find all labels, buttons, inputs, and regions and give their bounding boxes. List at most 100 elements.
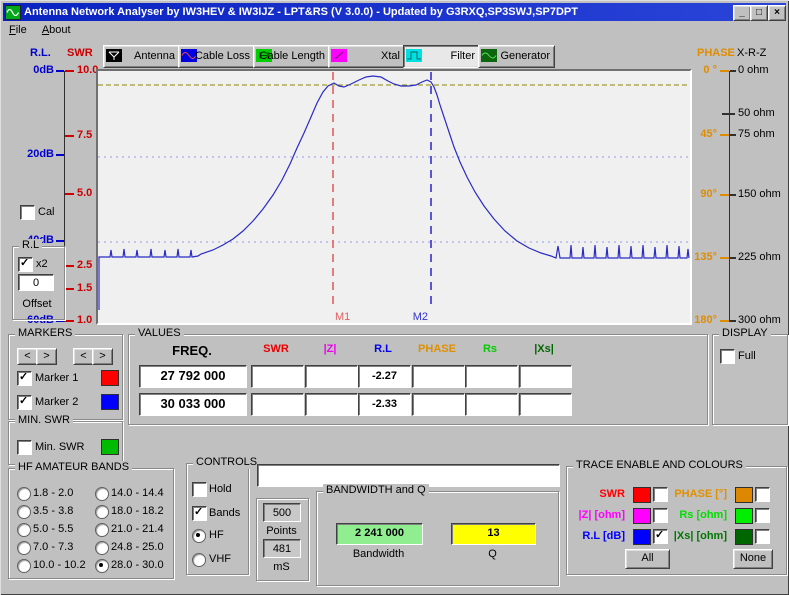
rl-axis-title: R.L. [30, 47, 51, 59]
marker1-checkbox[interactable] [17, 371, 32, 386]
rl-value-row1[interactable]: -2.27 [358, 365, 411, 388]
marker1-color-swatch[interactable] [101, 370, 119, 386]
trace-all-button[interactable]: All [625, 549, 670, 569]
rl-value-row2[interactable]: -2.33 [358, 393, 411, 416]
vhf-label: VHF [209, 553, 231, 565]
ohm-tick-label: 75 ohm [738, 128, 775, 140]
trace-checkbox-rs-ohm[interactable] [755, 508, 770, 523]
values-caption: VALUES [135, 327, 184, 340]
toolbar-button-filter[interactable]: Filter [403, 45, 480, 68]
marker2-checkbox[interactable] [17, 395, 32, 410]
band-radio-14-0-14-4[interactable] [95, 487, 109, 501]
rs-value-row2[interactable] [465, 393, 518, 416]
trace-swatch-z-ohm[interactable] [633, 508, 651, 524]
app-icon [5, 4, 21, 20]
toolbar-button-label: Antenna [134, 50, 175, 62]
trace-checkbox-xs-ohm[interactable] [755, 529, 770, 544]
bandwidth-group: BANDWIDTH and Q 2 241 000 Bandwidth 13 Q [316, 484, 559, 586]
marker1-left-button[interactable]: < [17, 348, 38, 365]
cal-label: Cal [38, 206, 55, 218]
band-radio-24-8-25-0[interactable] [95, 541, 109, 555]
band-radio-28-0-30-0[interactable] [95, 559, 109, 573]
band-radio-10-0-10-2[interactable] [17, 559, 31, 573]
marker1-label: Marker 1 [35, 372, 79, 384]
trace-label-xs-ohm: |Xs| [ohm] [673, 530, 727, 542]
freq-value-row1[interactable]: 27 792 000 [139, 365, 247, 388]
rl-offset-caption: R.L [19, 239, 43, 252]
menu-about[interactable]: About [36, 22, 77, 38]
toolbar-button-xtal[interactable]: Xtal [328, 45, 405, 68]
right-axis-line [729, 71, 730, 322]
sweep-panel: 500 Points 481 mS [256, 498, 309, 581]
trace-swatch-r-l-db[interactable] [633, 529, 651, 545]
ohm-tick [730, 194, 736, 196]
close-button[interactable]: × [768, 5, 786, 21]
xs-value-row1[interactable] [519, 365, 572, 388]
toolbar-button-generator[interactable]: Generator [478, 45, 555, 68]
marker2-left-button[interactable]: < [73, 348, 94, 365]
xs-value-row2[interactable] [519, 393, 572, 416]
band-radio-7-0-7-3[interactable] [17, 541, 31, 555]
trace-swatch-phase[interactable] [735, 487, 753, 503]
phase-value-row1[interactable] [412, 365, 465, 388]
menu-file[interactable]: File [3, 22, 33, 38]
trace-swatch-swr[interactable] [633, 487, 651, 503]
band-radio-1-8-2-0[interactable] [17, 487, 31, 501]
trace-checkbox-phase[interactable] [755, 487, 770, 502]
bands-label: Bands [209, 507, 241, 519]
trace-label-phase: PHASE [°] [674, 488, 727, 500]
chart-area[interactable]: M1 M2 [96, 69, 692, 325]
min-swr-checkbox[interactable] [17, 440, 32, 455]
toolbar-button-cable-loss[interactable]: Cable Loss [178, 45, 255, 68]
band-label-7-0-7-3: 7.0 - 7.3 [33, 541, 74, 553]
band-label-3-5-3-8: 3.5 - 3.8 [33, 505, 74, 517]
band-radio-5-0-5-5[interactable] [17, 523, 31, 537]
cal-checkbox[interactable] [20, 205, 35, 220]
trace-none-button[interactable]: None [733, 549, 773, 569]
trace-label-r-l-db: R.L [dB] [582, 530, 625, 542]
phase-tick [720, 194, 729, 196]
vhf-radio[interactable] [192, 553, 206, 567]
minimize-button[interactable]: _ [733, 5, 751, 21]
phase-tick-label: 135° [694, 251, 717, 263]
band-radio-3-5-3-8[interactable] [17, 505, 31, 519]
hf-label: HF [209, 529, 224, 541]
hold-checkbox[interactable] [192, 482, 207, 497]
filter-icon [406, 49, 422, 62]
z-value-row2[interactable] [305, 393, 358, 416]
band-radio-18-0-18-2[interactable] [95, 505, 109, 519]
min-swr-color-swatch[interactable] [101, 439, 119, 455]
rs-value-row1[interactable] [465, 365, 518, 388]
points-value-box[interactable]: 500 [263, 503, 301, 522]
full-checkbox[interactable] [720, 349, 735, 364]
marker2-color-swatch[interactable] [101, 394, 119, 410]
hf-radio[interactable] [192, 529, 206, 543]
title-bar[interactable]: Antenna Network Analyser by IW3HEV & IW3… [3, 3, 786, 21]
marker1-right-button[interactable]: > [36, 348, 57, 365]
rl-tick [56, 154, 64, 156]
x2-checkbox[interactable] [18, 257, 33, 272]
antenna-icon [106, 49, 122, 62]
toolbar-button-cable-length[interactable]: Cable Length [253, 45, 330, 68]
trace-swatch-xs-ohm[interactable] [735, 529, 753, 545]
swr-tick [65, 288, 74, 290]
phase-tick [720, 257, 729, 259]
trace-swatch-rs-ohm[interactable] [735, 508, 753, 524]
maximize-button[interactable]: □ [750, 5, 768, 21]
freq-value-row2[interactable]: 30 033 000 [139, 393, 247, 416]
marker2-label: Marker 2 [35, 396, 79, 408]
toolbar-button-antenna[interactable]: Antenna [103, 45, 180, 68]
xrz-axis-title: X-R-Z [737, 47, 767, 59]
marker2-right-button[interactable]: > [92, 348, 113, 365]
swr-value-row2[interactable] [251, 393, 304, 416]
bands-checkbox[interactable] [192, 506, 207, 521]
phase-value-row2[interactable] [412, 393, 465, 416]
offset-input[interactable] [18, 274, 54, 291]
bands-caption: HF AMATEUR BANDS [15, 461, 133, 474]
z-value-row1[interactable] [305, 365, 358, 388]
band-radio-21-0-21-4[interactable] [95, 523, 109, 537]
ohm-tick-label: 50 ohm [738, 107, 775, 119]
toolbar-button-label: Filter [450, 50, 475, 62]
ms-value-box[interactable]: 481 [263, 539, 301, 558]
swr-value-row1[interactable] [251, 365, 304, 388]
